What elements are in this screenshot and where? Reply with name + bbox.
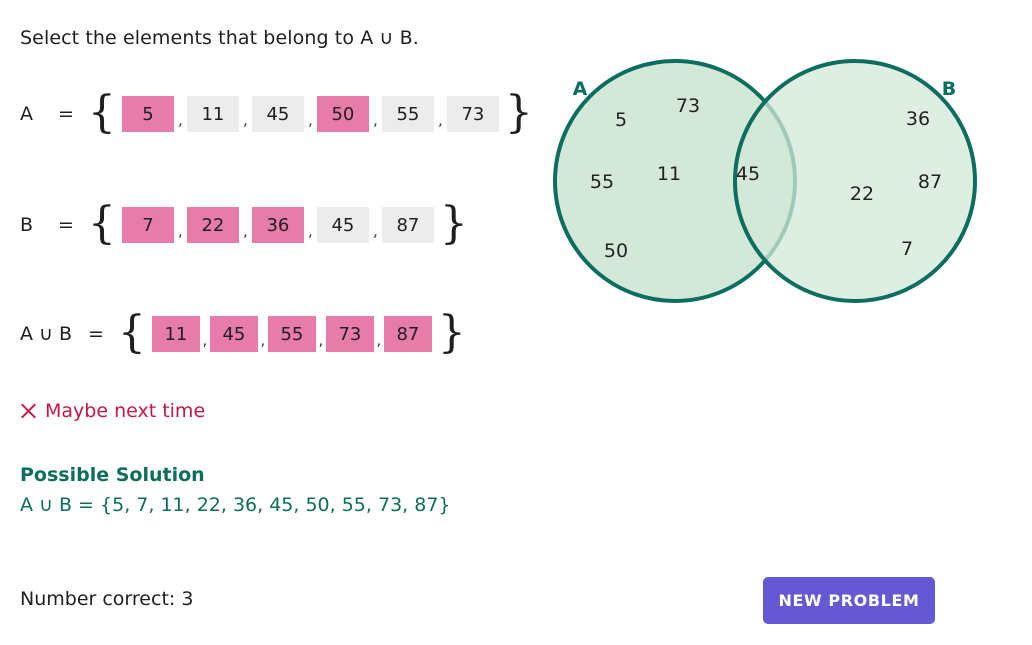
set-a-equals: =: [58, 103, 74, 125]
venn-number-22: 22: [850, 183, 874, 205]
element-chip-union-45[interactable]: 45: [209, 316, 258, 352]
venn-number-55: 55: [590, 171, 614, 193]
chip-separator: ,: [376, 331, 382, 349]
element-chip-b-36[interactable]: 36: [251, 207, 304, 243]
element-chip-a-73[interactable]: 73: [446, 96, 499, 132]
venn-label-a: A: [573, 78, 588, 100]
venn-number-11: 11: [657, 163, 681, 185]
chip-separator: ,: [202, 331, 208, 349]
solution-heading: Possible Solution: [20, 464, 205, 486]
element-chip-a-11[interactable]: 11: [186, 96, 239, 132]
element-chip-union-73[interactable]: 73: [325, 316, 374, 352]
element-chip-union-11[interactable]: 11: [151, 316, 200, 352]
set-a-chips: 5, 11, 45, 50, 55, 73: [121, 96, 499, 132]
feedback-text: Maybe next time: [45, 400, 206, 422]
chip-separator: ,: [373, 222, 378, 240]
element-chip-b-7[interactable]: 7: [121, 207, 174, 243]
element-chip-a-5[interactable]: 5: [121, 96, 174, 132]
venn-number-5: 5: [615, 109, 627, 131]
set-b-label: B: [20, 214, 34, 236]
element-chip-a-55[interactable]: 55: [381, 96, 434, 132]
set-a-label: A: [20, 103, 33, 125]
venn-svg: A B 5 73 55 11 45 50 36 22 87 7: [553, 59, 977, 303]
element-chip-b-22[interactable]: 22: [186, 207, 239, 243]
set-a-row: A = { 5, 11, 45, 50, 55, 73 }: [20, 87, 533, 138]
venn-diagram: A B 5 73 55 11 45 50 36 22 87 7: [540, 50, 1032, 310]
chip-separator: ,: [178, 111, 183, 129]
venn-number-45: 45: [736, 163, 760, 185]
venn-number-87: 87: [918, 171, 942, 193]
set-b-row: B = { 7, 22, 36, 45, 87 }: [20, 198, 468, 249]
set-union-chips: 11, 45, 55, 73, 87: [151, 316, 432, 352]
venn-label-b: B: [942, 78, 956, 100]
element-chip-union-55[interactable]: 55: [267, 316, 316, 352]
exercise-panel: Select the elements that belong to A ∪ B…: [0, 0, 935, 645]
element-chip-b-87[interactable]: 87: [381, 207, 434, 243]
set-union-row: A ∪ B = { 11, 45, 55, 73, 87 }: [20, 307, 466, 358]
set-union-equals: =: [88, 323, 104, 345]
chip-separator: ,: [308, 111, 313, 129]
chip-separator: ,: [260, 331, 266, 349]
element-chip-a-50[interactable]: 50: [316, 96, 369, 132]
chip-separator: ,: [438, 111, 443, 129]
x-mark-icon: [20, 403, 36, 419]
chip-separator: ,: [308, 222, 313, 240]
set-b-chips: 7, 22, 36, 45, 87: [121, 207, 434, 243]
set-b-equals: =: [58, 214, 74, 236]
chip-separator: ,: [243, 222, 248, 240]
chip-separator: ,: [373, 111, 378, 129]
score-text: Number correct: 3: [20, 588, 194, 610]
chip-separator: ,: [243, 111, 248, 129]
solution-body: A ∪ B = {5, 7, 11, 22, 36, 45, 50, 55, 7…: [20, 494, 451, 516]
venn-number-7: 7: [901, 238, 913, 260]
new-problem-button[interactable]: NEW PROBLEM: [763, 577, 935, 624]
venn-number-36: 36: [906, 108, 930, 130]
feedback-message: Maybe next time: [20, 400, 205, 422]
element-chip-a-45[interactable]: 45: [251, 96, 304, 132]
chip-separator: ,: [178, 222, 183, 240]
element-chip-union-87[interactable]: 87: [383, 316, 432, 352]
element-chip-b-45[interactable]: 45: [316, 207, 369, 243]
chip-separator: ,: [318, 331, 324, 349]
set-union-label: A ∪ B: [20, 323, 73, 345]
venn-number-50: 50: [604, 240, 628, 262]
exercise-page: Select the elements that belong to A ∪ B…: [0, 0, 1032, 645]
page-title: Select the elements that belong to A ∪ B…: [20, 27, 419, 49]
venn-number-73: 73: [676, 95, 700, 117]
